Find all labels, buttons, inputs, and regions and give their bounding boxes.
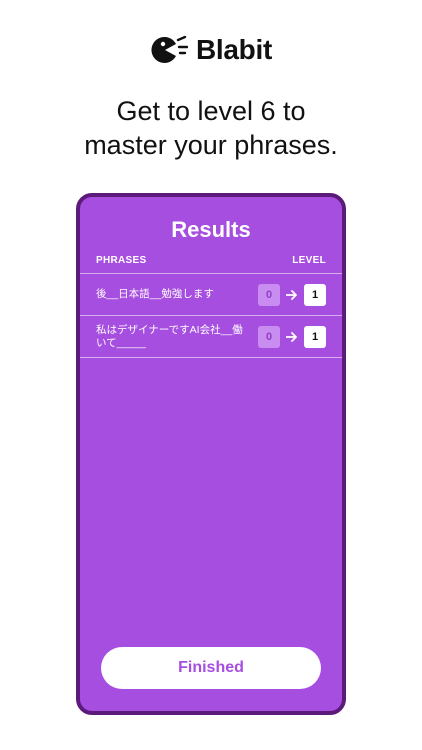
phone-frame: Results PHRASES LEVEL 後__日本語__勉強します 0 1 … (76, 193, 346, 715)
headline-line-1: Get to level 6 to (116, 96, 306, 126)
column-headers: PHRASES LEVEL (96, 255, 326, 266)
level-from-badge: 0 (258, 325, 280, 348)
arrow-right-icon (286, 289, 297, 300)
headline: Get to level 6 to master your phrases. (0, 94, 422, 162)
brand-name: Blabit (196, 34, 272, 65)
phrases-column-header: PHRASES (96, 255, 147, 266)
level-change: 0 1 (258, 283, 326, 306)
table-row[interactable]: 私はデザイナーですAI会社__働いて_____ 0 1 (80, 315, 342, 358)
arrow-right-icon (286, 331, 297, 342)
level-to-badge: 1 (304, 325, 326, 348)
level-change: 0 1 (258, 325, 326, 348)
table-row[interactable]: 後__日本語__勉強します 0 1 (80, 273, 342, 315)
blabit-logo-icon (151, 35, 188, 63)
level-to-badge: 1 (304, 283, 326, 306)
finished-button[interactable]: Finished (101, 647, 321, 689)
level-from-badge: 0 (258, 283, 280, 306)
app-store-screen: Blabit Get to level 6 to master your phr… (0, 0, 422, 750)
results-list: 後__日本語__勉強します 0 1 私はデザイナーですAI会社__働いて____… (80, 273, 342, 358)
results-title: Results (171, 217, 251, 242)
phrase-text: 私はデザイナーですAI会社__働いて_____ (96, 323, 243, 349)
level-column-header: LEVEL (292, 255, 326, 266)
headline-line-2: master your phrases. (84, 130, 338, 160)
brand-header: Blabit (0, 30, 422, 70)
phrase-text: 後__日本語__勉強します (96, 288, 214, 300)
